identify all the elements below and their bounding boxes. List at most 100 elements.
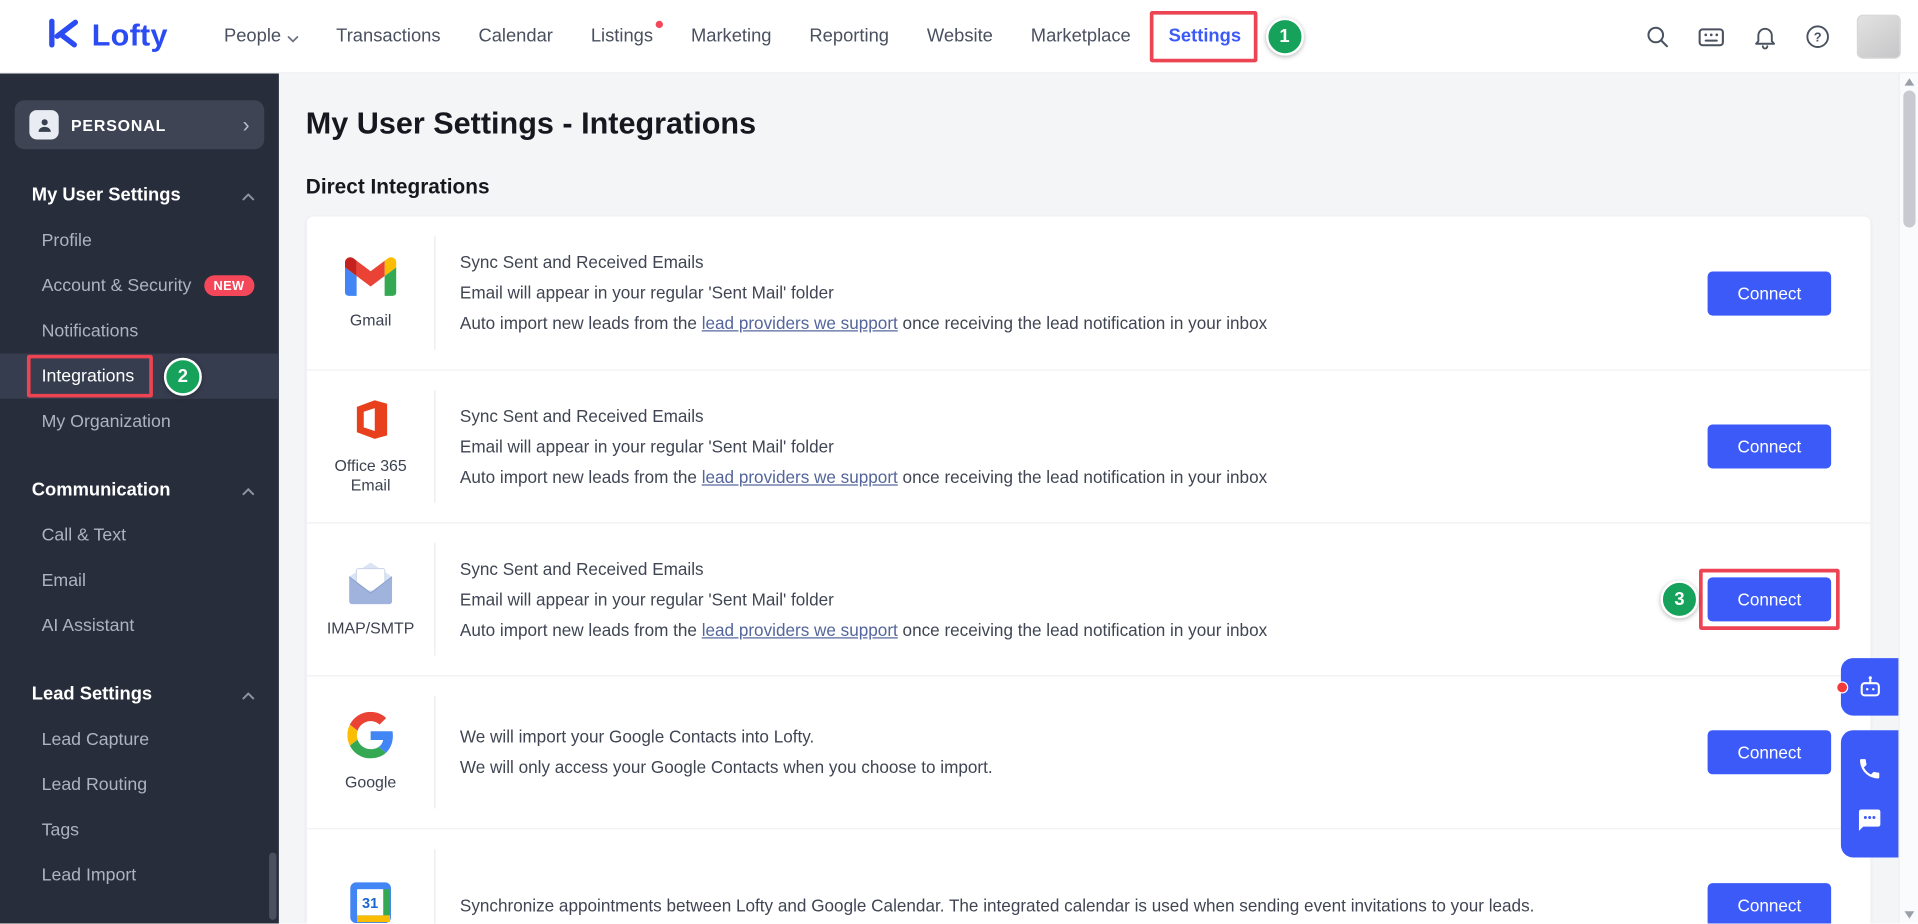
support-chat-widget[interactable]	[1836, 658, 1899, 716]
desc-line: Auto import new leads from the lead prov…	[460, 615, 1688, 646]
chevron-right-icon: ›	[242, 113, 250, 137]
connect-button-google-calendar[interactable]: Connect	[1707, 883, 1832, 924]
section-my-user-settings[interactable]: My User Settings	[0, 182, 279, 206]
desc-text: Auto import new leads from the	[459, 313, 702, 333]
integration-name: Google	[344, 773, 397, 792]
user-avatar[interactable]	[1856, 14, 1901, 59]
nav-reporting[interactable]: Reporting	[809, 26, 889, 47]
notification-dot	[655, 20, 663, 29]
robot-assistant-icon[interactable]	[1853, 670, 1887, 704]
sidebar-item-lead-routing[interactable]: Lead Routing	[0, 762, 279, 807]
integration-name: Gmail	[349, 310, 392, 329]
google-icon	[347, 711, 393, 763]
account-switcher[interactable]: PERSONAL ›	[14, 100, 265, 150]
desc-text: once receiving the lead notification in …	[897, 466, 1268, 487]
lead-providers-link[interactable]: lead providers we support	[702, 313, 898, 333]
desc-line: We will import your Google Contacts into…	[459, 726, 815, 747]
google-calendar-icon: 31	[347, 879, 393, 924]
annotation-step-1: 1	[1265, 17, 1304, 56]
dialer-icon[interactable]	[1697, 21, 1726, 50]
phone-icon[interactable]	[1853, 751, 1887, 785]
desc-line: Email will appear in your regular 'Sent …	[459, 282, 834, 303]
scrollbar-thumb[interactable]	[1903, 90, 1916, 228]
message-bubble-icon[interactable]	[1853, 802, 1887, 836]
connect-button-gmail[interactable]: Connect	[1707, 270, 1832, 315]
direct-integrations-heading: Direct Integrations	[305, 174, 490, 199]
nav-people[interactable]: People	[224, 24, 299, 48]
scroll-up-arrow[interactable]	[1904, 78, 1915, 86]
sidebar-item-lead-capture[interactable]: Lead Capture	[0, 717, 279, 762]
main-content: My User Settings - Integrations Direct I…	[279, 73, 1899, 924]
chevron-up-icon	[242, 184, 255, 205]
sidebar-item-account-security[interactable]: Account & Security NEW	[0, 263, 279, 308]
connect-button-office365[interactable]: Connect	[1707, 424, 1832, 469]
integration-row-gmail: Gmail Sync Sent and Received Emails Emai…	[307, 217, 1870, 370]
sidebar-item-email[interactable]: Email	[0, 558, 279, 603]
lofty-logo[interactable]: Lofty	[46, 16, 167, 56]
section-communication[interactable]: Communication	[0, 477, 279, 501]
top-navigation: Lofty People Transactions Calendar Listi…	[0, 0, 1918, 74]
sidebar-scrollbar-thumb[interactable]	[269, 852, 277, 920]
connect-button-imap-smtp[interactable]: Connect	[1707, 577, 1832, 622]
connect-button-google[interactable]: Connect	[1707, 730, 1832, 775]
nav-website[interactable]: Website	[927, 26, 993, 47]
desc-line: Auto import new leads from the lead prov…	[460, 308, 1688, 339]
integration-name: Office 365 Email	[334, 456, 407, 495]
desc-text: once receiving the lead notification in …	[897, 619, 1268, 640]
desc-text: Auto import new leads from the	[459, 619, 702, 640]
new-badge: NEW	[203, 275, 255, 297]
nav-transactions[interactable]: Transactions	[336, 26, 440, 47]
integration-name: IMAP/SMTP	[326, 618, 415, 637]
nav-marketing[interactable]: Marketing	[691, 26, 772, 47]
sidebar-item-integrations[interactable]: Integrations 2	[0, 353, 279, 399]
help-icon[interactable]: ?	[1804, 23, 1831, 50]
desc-line: Sync Sent and Received Emails	[459, 558, 704, 578]
desc-line: Email will appear in your regular 'Sent …	[459, 436, 834, 456]
integration-row-google: Google We will import your Google Contac…	[307, 675, 1871, 828]
desc-text: Auto import new leads from the	[459, 466, 702, 487]
chevron-up-icon	[242, 479, 255, 500]
lead-providers-link[interactable]: lead providers we support	[702, 620, 898, 640]
nav-marketplace[interactable]: Marketplace	[1031, 26, 1131, 47]
sidebar-item-tags[interactable]: Tags	[0, 807, 279, 852]
annotation-step-2: 2	[163, 357, 202, 396]
page-title: My User Settings - Integrations	[305, 106, 757, 141]
integration-row-google-calendar: 31 Synchronize appointments between Loft…	[307, 828, 1871, 924]
account-name: PERSONAL	[70, 115, 167, 134]
annotation-step-3: 3	[1660, 580, 1699, 619]
lofty-logo-icon	[46, 16, 80, 56]
lead-providers-link[interactable]: lead providers we support	[702, 467, 898, 487]
sidebar-item-my-organization[interactable]: My Organization	[0, 399, 279, 444]
sidebar-item-lead-import[interactable]: Lead Import	[0, 853, 279, 898]
contact-widget	[1840, 730, 1899, 858]
chevron-up-icon	[242, 683, 255, 704]
sidebar-item-profile[interactable]: Profile	[0, 218, 279, 263]
settings-sidebar: PERSONAL › My User Settings Profile Acco…	[0, 73, 279, 924]
desc-line: Auto import new leads from the lead prov…	[460, 462, 1688, 493]
bell-icon[interactable]	[1752, 23, 1779, 50]
integrations-card: Gmail Sync Sent and Received Emails Emai…	[305, 215, 1872, 924]
nav-listings[interactable]: Listings	[591, 20, 663, 46]
desc-text: once receiving the lead notification in …	[897, 313, 1268, 333]
widget-notification-dot	[1836, 681, 1849, 694]
sidebar-item-notifications[interactable]: Notifications	[0, 308, 279, 353]
nav-calendar[interactable]: Calendar	[478, 26, 552, 47]
integration-row-office365: Office 365 Email Sync Sent and Received …	[307, 369, 1871, 522]
sidebar-item-call-text[interactable]: Call & Text	[0, 513, 279, 558]
page-scrollbar[interactable]	[1898, 73, 1918, 924]
desc-line: We will only access your Google Contacts…	[459, 757, 993, 777]
scroll-down-arrow[interactable]	[1904, 911, 1915, 919]
svg-text:?: ?	[1814, 29, 1822, 44]
integration-row-imap-smtp: IMAP/SMTP Sync Sent and Received Emails …	[307, 522, 1871, 675]
chevron-down-icon	[287, 27, 299, 48]
sidebar-item-ai-assistant[interactable]: AI Assistant	[0, 603, 279, 648]
office365-icon	[349, 398, 393, 447]
desc-line: Synchronize appointments between Lofty a…	[459, 894, 1535, 915]
search-icon[interactable]	[1644, 23, 1671, 50]
gmail-icon	[344, 256, 397, 300]
app-root: Lofty People Transactions Calendar Listi…	[0, 0, 1918, 924]
nav-settings[interactable]: Settings 1	[1150, 11, 1304, 63]
desc-line: Sync Sent and Received Emails	[459, 405, 704, 426]
topbar-actions: ?	[1644, 14, 1901, 59]
section-lead-settings[interactable]: Lead Settings	[0, 681, 279, 705]
